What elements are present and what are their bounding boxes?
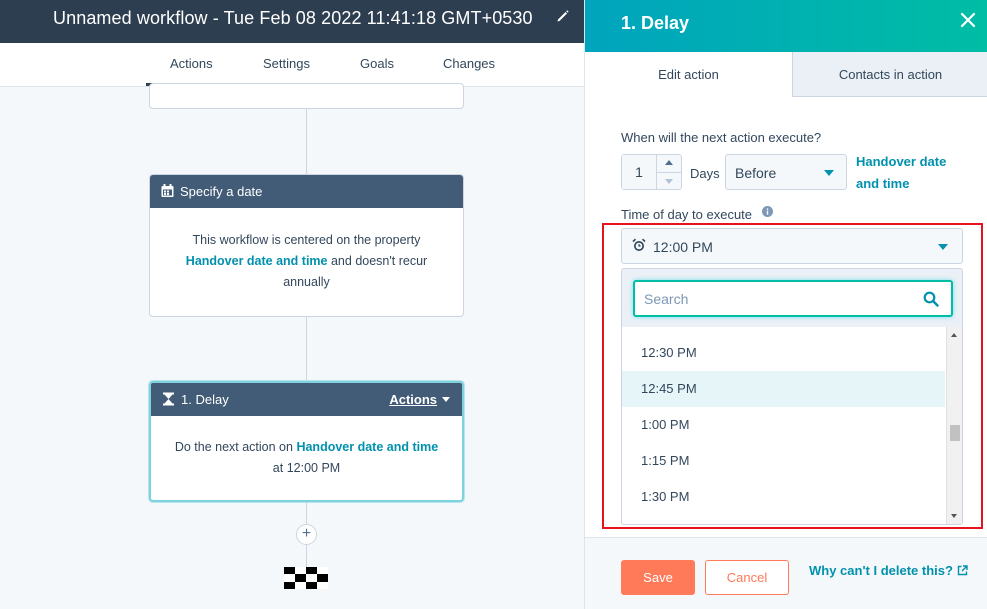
tab-actions[interactable]: Actions: [170, 56, 213, 71]
chevron-down-icon: [824, 170, 834, 176]
panel-title: 1. Delay: [621, 13, 690, 33]
why-cant-delete-link[interactable]: Why can't I delete this?: [809, 563, 968, 578]
workflow-title[interactable]: Unnamed workflow - Tue Feb 08 2022 11:41…: [53, 8, 533, 29]
delay-text-at: at: [272, 461, 284, 475]
next-action-label: When will the next action execute?: [621, 130, 822, 145]
workflow-tabs: Actions Settings Goals Changes: [0, 43, 584, 87]
before-after-value: Before: [735, 165, 777, 181]
tab-goals[interactable]: Goals: [360, 56, 394, 71]
stepper-divider: [657, 172, 681, 173]
add-action-button[interactable]: +: [296, 524, 317, 545]
why-cant-delete-text: Why can't I delete this?: [809, 563, 953, 578]
stepper-arrows: [656, 155, 681, 189]
workflow-header: Unnamed workflow - Tue Feb 08 2022 11:41…: [0, 0, 584, 43]
cancel-button[interactable]: Cancel: [705, 560, 789, 595]
property-link-line2: and time: [856, 176, 910, 191]
increment-icon[interactable]: [665, 160, 673, 165]
unit-label: Days: [690, 166, 720, 181]
close-icon[interactable]: [959, 11, 977, 29]
delay-card-body: Do the next action on Handover date and …: [151, 416, 462, 479]
annotation-highlight-box: [602, 223, 983, 529]
tab-settings[interactable]: Settings: [263, 56, 310, 71]
specify-date-card-header: Specify a date: [150, 175, 463, 208]
time-of-day-label: Time of day to execute: [621, 207, 753, 222]
pencil-icon[interactable]: [556, 9, 570, 23]
specify-date-card[interactable]: Specify a date This workflow is centered…: [149, 174, 464, 317]
delay-time: 12:00 PM: [286, 461, 341, 475]
delay-card[interactable]: 1. Delay Actions Do the next action on H…: [149, 381, 464, 502]
specify-date-property-link[interactable]: Handover date and time: [186, 254, 328, 268]
tab-changes[interactable]: Changes: [443, 56, 495, 71]
caret-down-icon: [442, 397, 450, 402]
delay-card-header: 1. Delay Actions: [151, 383, 462, 416]
specify-date-text-after: and doesn't recur: [330, 254, 428, 268]
hourglass-icon: [163, 392, 174, 406]
panel-header: 1. Delay: [585, 0, 987, 52]
decrement-icon[interactable]: [665, 179, 673, 184]
tab-contacts-in-action[interactable]: Contacts in action: [792, 52, 987, 97]
delay-text-before: Do the next action on: [174, 440, 293, 454]
delay-card-actions-label: Actions: [389, 392, 437, 407]
save-button[interactable]: Save: [621, 560, 695, 595]
property-link-line1: Handover date: [856, 154, 947, 169]
trigger-card[interactable]: [149, 83, 464, 109]
info-icon[interactable]: [762, 206, 773, 217]
tab-edit-action[interactable]: Edit action: [585, 52, 792, 97]
finish-flag-icon: [284, 567, 328, 589]
delay-property-link[interactable]: Handover date and time: [296, 440, 438, 454]
external-link-icon: [957, 565, 968, 576]
delay-card-actions-menu[interactable]: Actions: [389, 392, 450, 407]
panel-tabs: Edit action Contacts in action: [585, 52, 987, 97]
delay-card-title: 1. Delay: [181, 392, 229, 407]
workflow-canvas: Specify a date This workflow is centered…: [0, 83, 584, 609]
edit-action-panel: 1. Delay Edit action Contacts in action …: [584, 0, 987, 609]
specify-date-card-title: Specify a date: [180, 184, 263, 199]
before-after-select[interactable]: Before: [725, 154, 847, 190]
panel-footer: Save Cancel Why can't I delete this?: [585, 537, 987, 609]
delay-amount-stepper[interactable]: 1: [621, 154, 682, 190]
connector-line: [306, 317, 307, 382]
specify-date-text-before: This workflow is centered on the propert…: [192, 233, 421, 247]
specify-date-text-last: annually: [283, 275, 330, 289]
calendar-icon: [161, 184, 174, 197]
property-link[interactable]: Handover date and time: [856, 151, 966, 195]
delay-amount-value[interactable]: 1: [622, 155, 656, 189]
specify-date-card-body: This workflow is centered on the propert…: [150, 208, 463, 293]
